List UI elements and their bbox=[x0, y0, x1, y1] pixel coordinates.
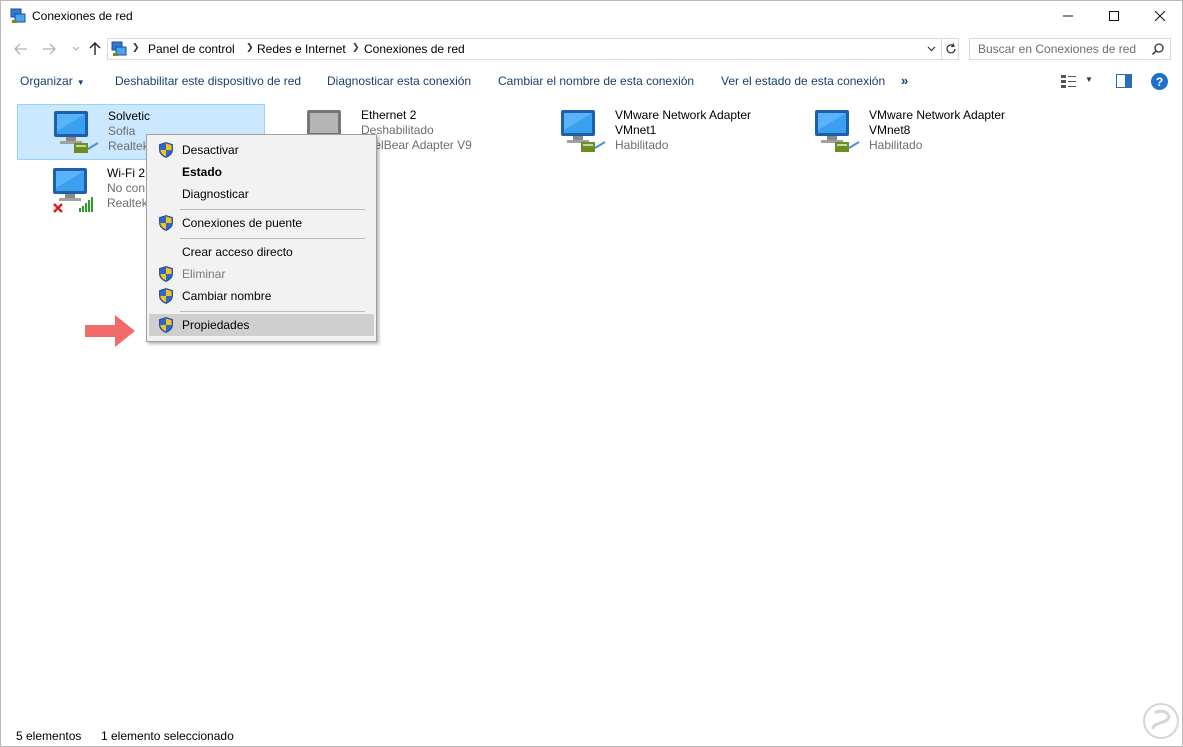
close-icon bbox=[1155, 11, 1165, 21]
rename-connection-button[interactable]: Cambiar el nombre de esta conexión bbox=[498, 74, 694, 88]
watermark-logo-icon bbox=[1143, 703, 1179, 739]
connection-name: Solvetic bbox=[108, 109, 151, 123]
address-row: ❯ Panel de control ❯ Redes e Internet ❯ … bbox=[1, 35, 1182, 63]
menu-item-label: Eliminar bbox=[182, 267, 226, 281]
address-history-button[interactable] bbox=[922, 39, 940, 59]
uac-shield-icon bbox=[159, 266, 173, 282]
connection-network: Sofia bbox=[108, 124, 136, 138]
connection-name: VMware Network Adapter bbox=[869, 108, 1006, 122]
wifi-adapter-disconnected-icon bbox=[53, 168, 93, 213]
menu-item-label: Conexiones de puente bbox=[182, 216, 303, 230]
connection-name: Ethernet 2 bbox=[361, 108, 417, 122]
menu-item-label: Propiedades bbox=[182, 318, 250, 332]
minimize-button[interactable] bbox=[1045, 1, 1091, 31]
preview-pane-icon[interactable] bbox=[1116, 74, 1132, 88]
connection-item-vmnet1[interactable]: VMware Network Adapter VMnet1 Habilitado bbox=[525, 104, 773, 160]
uac-shield-icon bbox=[159, 142, 173, 158]
command-bar: Organizar ▼ Deshabilitar este dispositivo… bbox=[1, 69, 1182, 95]
caret-down-icon: ▼ bbox=[76, 78, 85, 87]
search-icon bbox=[1151, 43, 1164, 56]
change-view-icon[interactable] bbox=[1061, 74, 1077, 88]
disable-device-button[interactable]: Deshabilitar este dispositivo de red bbox=[115, 74, 301, 88]
connection-status: Habilitado bbox=[615, 138, 669, 152]
help-icon[interactable]: ? bbox=[1151, 73, 1168, 90]
menu-item-eliminar[interactable]: Eliminar bbox=[149, 263, 374, 285]
network-adapter-icon bbox=[815, 110, 860, 152]
menu-separator bbox=[180, 209, 365, 210]
network-connections-icon bbox=[10, 8, 26, 23]
view-options-chevron-icon[interactable]: ▼ bbox=[1085, 75, 1093, 84]
chevron-down-icon bbox=[72, 46, 80, 51]
search-placeholder: Buscar en Conexiones de red bbox=[978, 42, 1137, 56]
close-button[interactable] bbox=[1137, 1, 1183, 31]
maximize-icon bbox=[1109, 11, 1119, 21]
connection-status: No con bbox=[107, 181, 146, 195]
arrow-up-icon bbox=[89, 42, 101, 55]
menu-item-label: Desactivar bbox=[182, 143, 239, 157]
annotation-arrow-icon bbox=[85, 315, 135, 347]
menu-item-diagnosticar[interactable]: Diagnosticar bbox=[149, 183, 374, 205]
refresh-icon bbox=[945, 43, 956, 54]
forward-button[interactable] bbox=[39, 39, 59, 59]
uac-shield-icon bbox=[159, 288, 173, 304]
organize-label: Organizar bbox=[20, 74, 73, 88]
title-bar: Conexiones de red bbox=[1, 1, 1182, 32]
maximize-button[interactable] bbox=[1091, 1, 1137, 31]
up-button[interactable] bbox=[85, 39, 105, 59]
breadcrumb-separator-icon[interactable]: ❯ bbox=[246, 42, 254, 53]
connection-device: nnelBear Adapter V9 bbox=[361, 138, 472, 152]
network-adapter-icon bbox=[54, 111, 99, 153]
connection-device: Realtek bbox=[108, 139, 149, 153]
network-connections-icon bbox=[111, 41, 127, 56]
menu-item-label: Diagnosticar bbox=[182, 187, 249, 201]
connection-name-line2: VMnet1 bbox=[615, 123, 657, 137]
search-input[interactable]: Buscar en Conexiones de red bbox=[969, 38, 1171, 60]
connection-item-vmnet8[interactable]: VMware Network Adapter VMnet8 Habilitado bbox=[779, 104, 1027, 160]
menu-item-estado[interactable]: Estado bbox=[149, 161, 374, 183]
window-title: Conexiones de red bbox=[32, 9, 133, 23]
recent-locations-button[interactable] bbox=[66, 39, 86, 59]
breadcrumb-conexiones-de-red[interactable]: Conexiones de red bbox=[364, 42, 465, 56]
menu-item-conexiones-de-puente[interactable]: Conexiones de puente bbox=[149, 212, 374, 234]
arrow-left-icon bbox=[14, 43, 27, 55]
menu-separator bbox=[180, 311, 365, 312]
diagnose-connection-button[interactable]: Diagnosticar esta conexión bbox=[327, 74, 471, 88]
address-bar[interactable]: ❯ Panel de control ❯ Redes e Internet ❯ … bbox=[107, 38, 959, 60]
status-bar: 5 elementos 1 elemento seleccionado bbox=[1, 726, 1182, 746]
explorer-window: Conexiones de red ❯ Panel de control ❯ R… bbox=[0, 0, 1183, 747]
breadcrumb-separator-icon[interactable]: ❯ bbox=[132, 42, 140, 53]
selection-count: 1 elemento seleccionado bbox=[101, 729, 234, 743]
connection-name: Wi-Fi 2 bbox=[107, 166, 145, 180]
breadcrumb-panel-de-control[interactable]: Panel de control bbox=[148, 42, 235, 56]
refresh-button[interactable] bbox=[941, 39, 959, 59]
chevron-down-icon bbox=[927, 46, 935, 52]
more-commands-button[interactable]: » bbox=[901, 73, 908, 88]
arrow-right-icon bbox=[43, 43, 56, 55]
organize-button[interactable]: Organizar ▼ bbox=[20, 74, 85, 88]
menu-item-cambiar-nombre[interactable]: Cambiar nombre bbox=[149, 285, 374, 307]
connection-name: VMware Network Adapter bbox=[615, 108, 752, 122]
connection-device: Realtek bbox=[107, 196, 148, 210]
item-count: 5 elementos bbox=[16, 729, 82, 743]
connection-name-line2: VMnet8 bbox=[869, 123, 911, 137]
uac-shield-icon bbox=[159, 215, 173, 231]
network-adapter-icon bbox=[561, 110, 606, 152]
back-button[interactable] bbox=[11, 39, 31, 59]
view-status-button[interactable]: Ver el estado de esta conexión bbox=[721, 74, 885, 88]
menu-separator bbox=[180, 238, 365, 239]
breadcrumb-separator-icon[interactable]: ❯ bbox=[352, 42, 360, 53]
menu-item-label: Estado bbox=[182, 165, 223, 179]
uac-shield-icon bbox=[159, 317, 173, 333]
connection-status: Habilitado bbox=[869, 138, 923, 152]
menu-item-label: Crear acceso directo bbox=[182, 245, 293, 259]
minimize-icon bbox=[1063, 15, 1073, 17]
menu-item-desactivar[interactable]: Desactivar bbox=[149, 139, 374, 161]
menu-item-crear-acceso-directo[interactable]: Crear acceso directo bbox=[149, 241, 374, 263]
breadcrumb-redes-e-internet[interactable]: Redes e Internet bbox=[257, 42, 346, 56]
context-menu: Desactivar Estado Diagnosticar Conexione… bbox=[146, 134, 377, 342]
menu-item-propiedades[interactable]: Propiedades bbox=[149, 314, 374, 336]
menu-item-label: Cambiar nombre bbox=[182, 289, 272, 303]
